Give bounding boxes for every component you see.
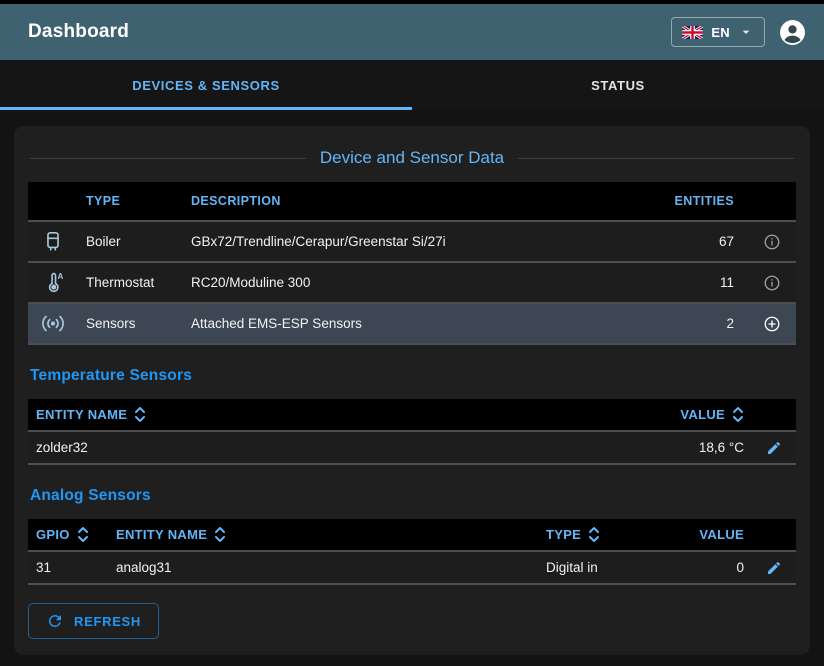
tab-devices-sensors-label: DEVICES & SENSORS <box>132 78 279 93</box>
boiler-icon <box>28 230 78 253</box>
refresh-button-label: REFRESH <box>74 614 141 629</box>
analog-sensors-heading: Analog Sensors <box>30 487 794 505</box>
col-gpio: GPIO <box>36 527 70 542</box>
col-type: TYPE <box>546 527 581 542</box>
appbar: Dashboard EN <box>0 4 824 60</box>
card-title: Device and Sensor Data <box>320 148 504 168</box>
sensor-gpio: 31 <box>28 560 108 575</box>
sensor-icon <box>28 313 78 334</box>
device-table-header: TYPE DESCRIPTION ENTITIES <box>28 182 796 220</box>
tab-status-label: STATUS <box>591 78 645 93</box>
analog-sensors-table: GPIO ENTITY NAME <box>28 519 796 585</box>
language-code: EN <box>711 25 730 40</box>
col-value: VALUE <box>680 407 725 422</box>
page-title: Dashboard <box>28 21 129 43</box>
table-row-sensors[interactable]: Sensors Attached EMS-ESP Sensors 2 <box>28 302 796 343</box>
device-entities: 67 <box>653 234 748 249</box>
sort-icon[interactable] <box>214 526 226 543</box>
info-icon[interactable] <box>763 233 781 251</box>
sensor-type: Digital in <box>538 560 657 575</box>
avatar[interactable] <box>779 19 806 46</box>
account-icon <box>779 19 806 46</box>
sort-icon[interactable] <box>134 406 146 423</box>
sensor-value: 0 <box>657 560 752 575</box>
device-entities: 2 <box>653 316 748 331</box>
uk-flag-icon <box>682 26 703 39</box>
device-table: TYPE DESCRIPTION ENTITIES Boiler GBx72/T… <box>28 182 796 345</box>
temperature-sensors-heading: Temperature Sensors <box>30 367 794 385</box>
device-description: Attached EMS-ESP Sensors <box>183 316 653 331</box>
device-description: RC20/Moduline 300 <box>183 275 653 290</box>
col-entity-name: ENTITY NAME <box>36 407 127 422</box>
refresh-icon <box>46 612 64 630</box>
language-selector[interactable]: EN <box>671 17 765 47</box>
sort-icon[interactable] <box>732 406 744 423</box>
edit-icon[interactable] <box>766 440 782 456</box>
tab-devices-sensors[interactable]: DEVICES & SENSORS <box>0 60 412 110</box>
thermostat-icon: A <box>28 271 78 294</box>
title-divider-left <box>30 158 306 159</box>
title-divider-right <box>518 158 794 159</box>
sort-icon[interactable] <box>588 526 600 543</box>
tab-status[interactable]: STATUS <box>412 60 824 110</box>
sensor-entity-name: zolder32 <box>28 440 602 455</box>
tab-bar: DEVICES & SENSORS STATUS <box>0 60 824 110</box>
device-type: Boiler <box>78 234 183 249</box>
table-row-temperature-sensor[interactable]: zolder32 18,6 °C <box>28 430 796 463</box>
col-value: VALUE <box>657 527 752 542</box>
table-row-boiler[interactable]: Boiler GBx72/Trendline/Cerapur/Greenstar… <box>28 220 796 261</box>
add-circle-icon[interactable] <box>763 315 781 333</box>
analog-table-header: GPIO ENTITY NAME <box>28 519 796 550</box>
refresh-button[interactable]: REFRESH <box>28 603 159 639</box>
device-type: Thermostat <box>78 275 183 290</box>
edit-icon[interactable] <box>766 560 782 576</box>
sensor-value: 18,6 °C <box>602 440 752 455</box>
device-description: GBx72/Trendline/Cerapur/Greenstar Si/27i <box>183 234 653 249</box>
active-tab-indicator <box>0 107 412 110</box>
col-type: TYPE <box>78 194 183 208</box>
sort-icon[interactable] <box>77 526 89 543</box>
chevron-down-icon <box>738 24 754 40</box>
device-entities: 11 <box>653 275 748 290</box>
temperature-table-header: ENTITY NAME VALUE <box>28 399 796 430</box>
table-row-thermostat[interactable]: A Thermostat RC20/Moduline 300 11 <box>28 261 796 302</box>
info-icon[interactable] <box>763 274 781 292</box>
temperature-sensors-table: ENTITY NAME VALUE <box>28 399 796 465</box>
col-entities: ENTITIES <box>653 194 748 208</box>
sensor-entity-name: analog31 <box>108 560 538 575</box>
svg-text:A: A <box>57 272 63 281</box>
table-row-analog-sensor[interactable]: 31 analog31 Digital in 0 <box>28 550 796 583</box>
dashboard-card: Device and Sensor Data TYPE DESCRIPTION … <box>14 126 810 655</box>
card-title-row: Device and Sensor Data <box>30 148 794 168</box>
col-description: DESCRIPTION <box>183 194 653 208</box>
col-entity-name: ENTITY NAME <box>116 527 207 542</box>
device-type: Sensors <box>78 316 183 331</box>
